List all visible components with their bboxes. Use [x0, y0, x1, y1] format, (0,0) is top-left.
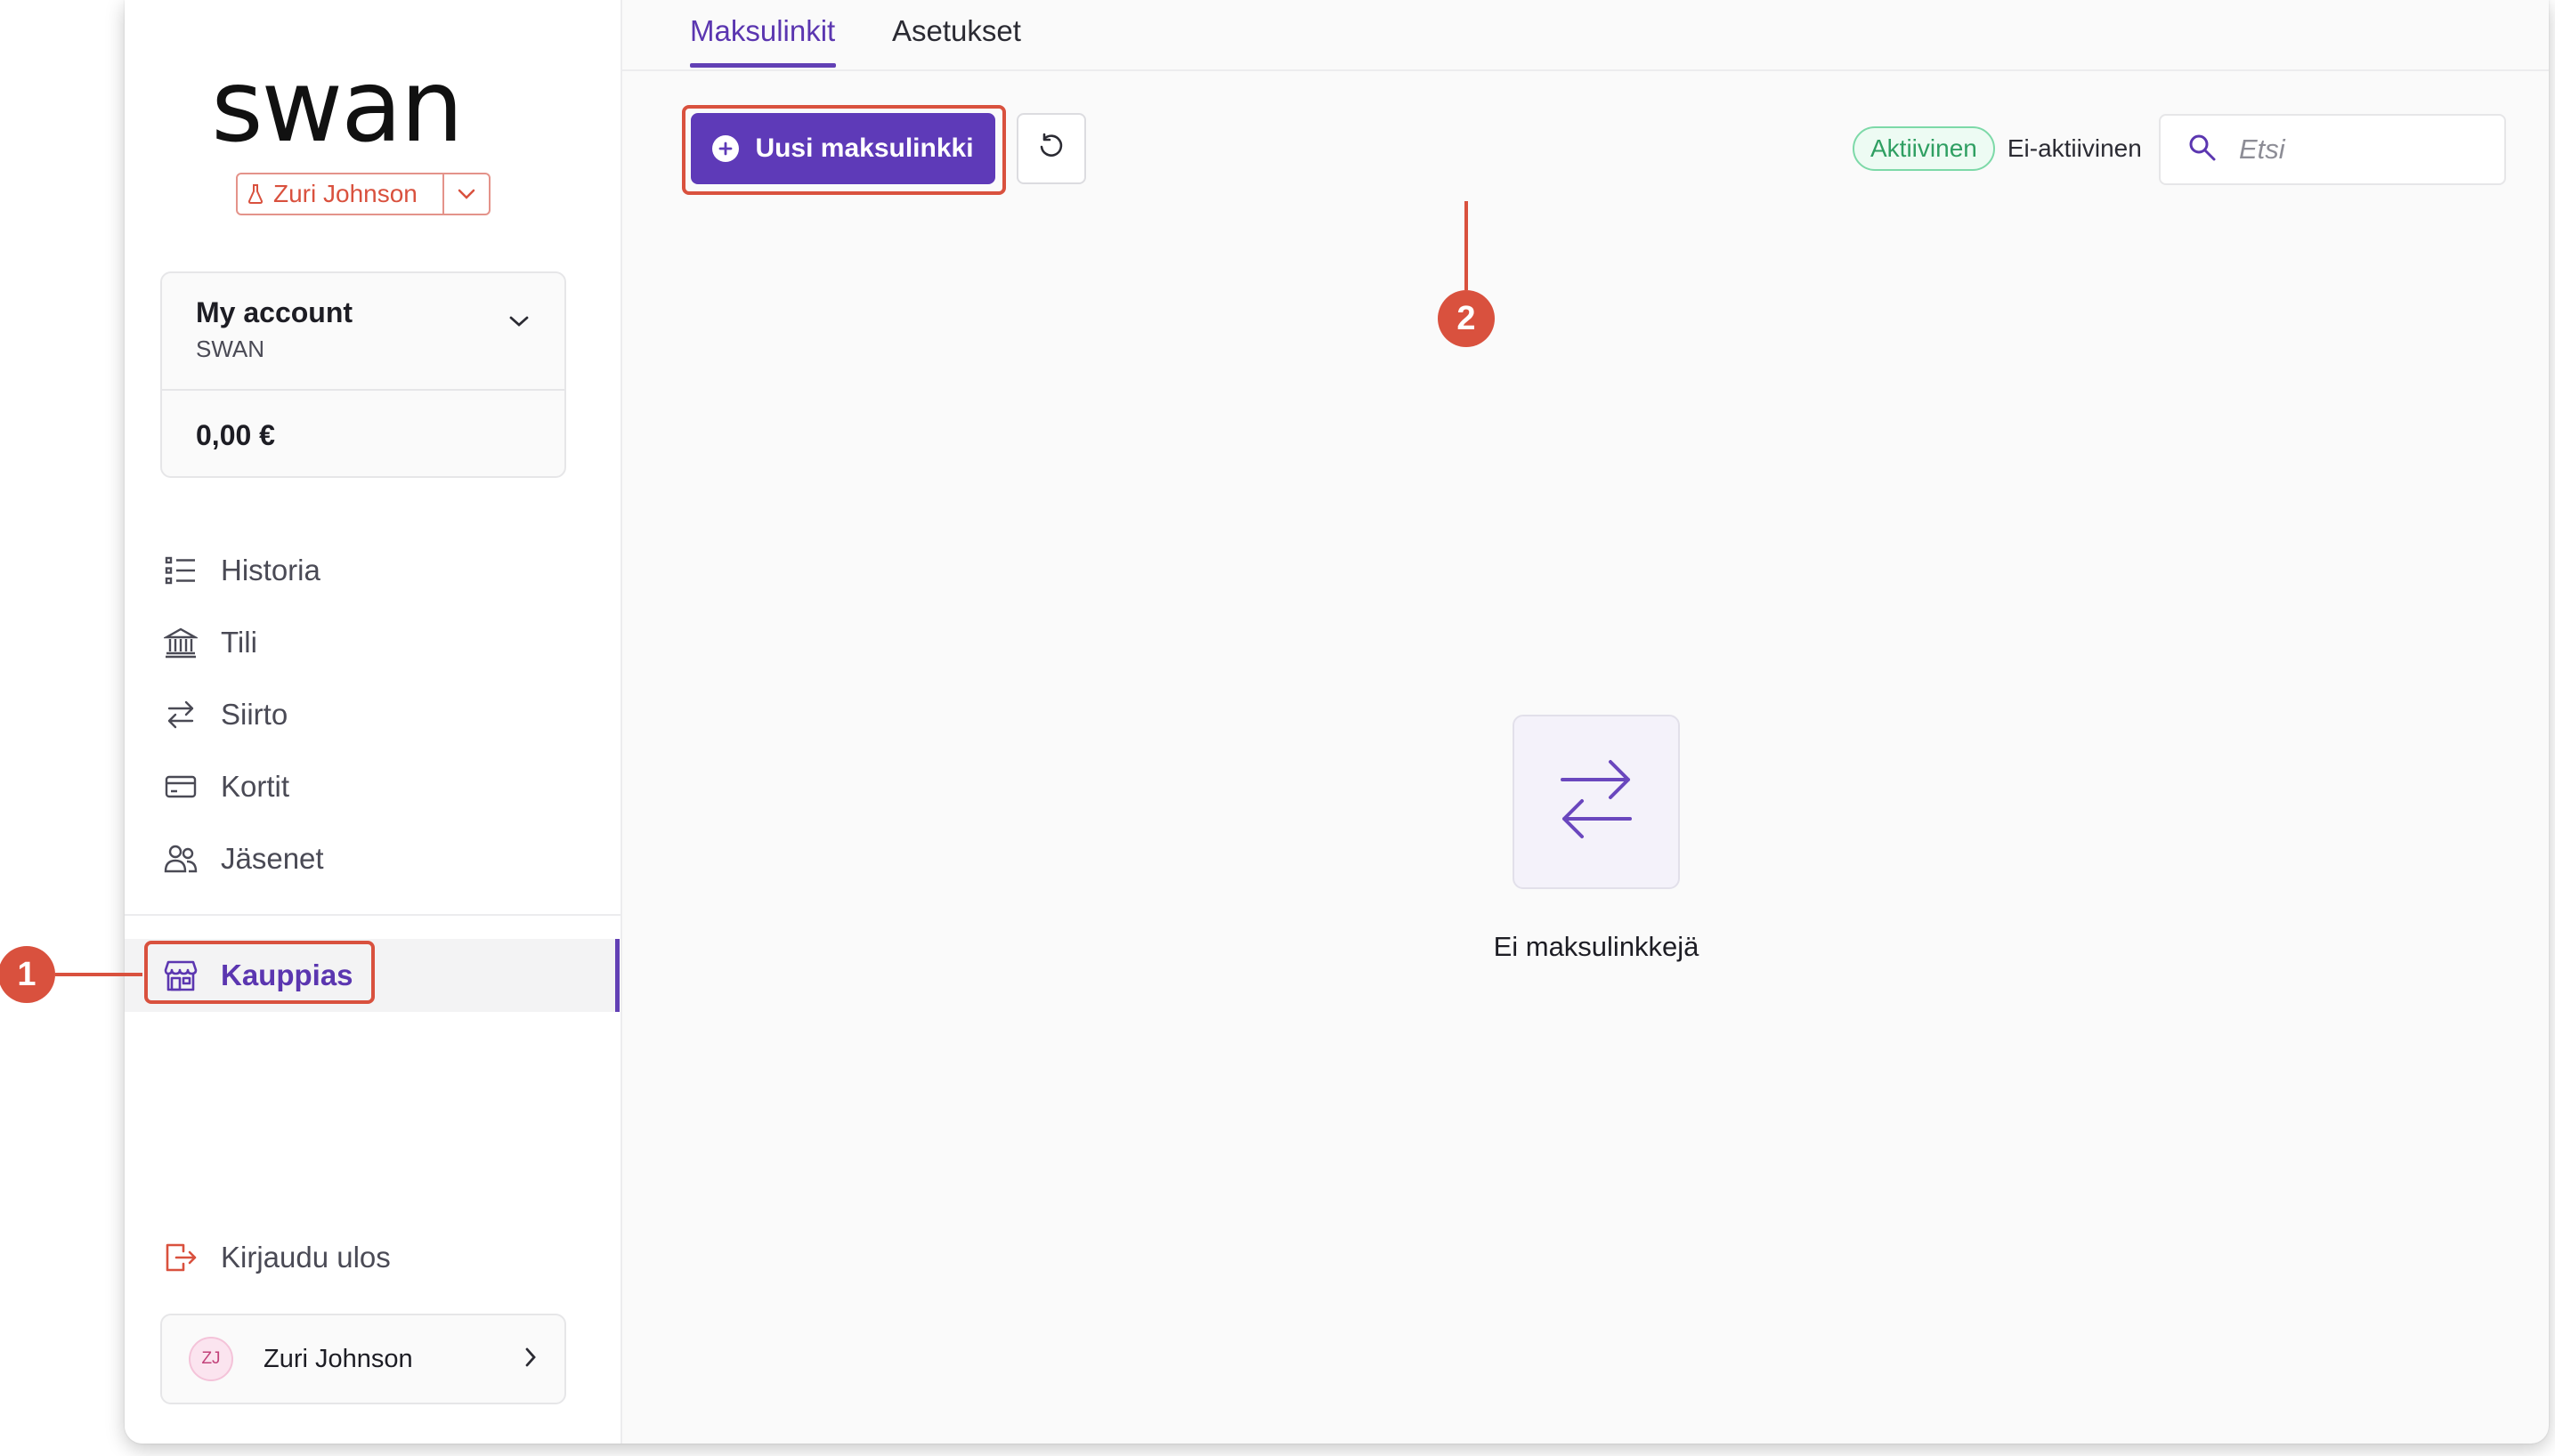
refresh-icon	[1036, 132, 1067, 166]
annotation-connector-1	[55, 973, 142, 976]
sidebar-item-jasenet[interactable]: Jäsenet	[160, 828, 324, 890]
empty-state-illustration	[1513, 715, 1680, 889]
sidebar-item-label: Kortit	[221, 770, 290, 803]
refresh-button[interactable]	[1017, 113, 1086, 184]
swan-logo: swan	[211, 62, 464, 160]
tab-active-indicator	[690, 63, 836, 68]
sidebar-item-kortit[interactable]: Kortit	[160, 756, 289, 818]
sidebar: swan Zuri Johnson My account SWAN 0,00 €	[125, 0, 622, 1444]
chevron-right-icon	[523, 1346, 538, 1373]
account-name: My account	[196, 296, 353, 328]
annotation-highlight-1	[144, 941, 375, 1004]
annotation-badge-1: 1	[0, 946, 55, 1003]
user-switcher[interactable]: Zuri Johnson	[236, 173, 491, 215]
logout-label: Kirjaudu ulos	[221, 1241, 391, 1274]
logout-icon	[160, 1237, 201, 1278]
tab-bar: Maksulinkit Asetukset	[622, 0, 2549, 71]
app-window: swan Zuri Johnson My account SWAN 0,00 €	[125, 0, 2549, 1444]
logout-link[interactable]: Kirjaudu ulos	[160, 1226, 391, 1289]
search-input[interactable]	[2237, 133, 2472, 166]
search-box[interactable]	[2159, 114, 2506, 185]
sidebar-item-label: Siirto	[221, 698, 288, 731]
bank-icon	[160, 622, 201, 663]
tab-maksulinkit[interactable]: Maksulinkit	[690, 14, 835, 48]
user-switcher-name: Zuri Johnson	[273, 180, 418, 207]
account-card[interactable]: My account SWAN 0,00 €	[160, 271, 566, 478]
search-icon	[2187, 133, 2218, 167]
sidebar-active-indicator	[615, 939, 620, 1012]
transfer-icon	[160, 694, 201, 735]
sidebar-item-historia[interactable]: Historia	[160, 539, 320, 602]
annotation-badge-2: 2	[1438, 290, 1495, 347]
tab-asetukset[interactable]: Asetukset	[892, 14, 1021, 48]
sidebar-item-label: Historia	[221, 554, 320, 586]
filter-active[interactable]: Aktiivinen	[1853, 126, 1995, 171]
avatar: ZJ	[189, 1337, 233, 1381]
filter-inactive[interactable]: Ei-aktiivinen	[1995, 134, 2142, 163]
flask-icon	[238, 183, 273, 205]
transfer-icon	[1553, 742, 1639, 862]
chevron-down-icon	[507, 314, 531, 333]
account-balance: 0,00 €	[196, 419, 275, 451]
sidebar-item-label: Tili	[221, 626, 257, 659]
members-icon	[160, 838, 201, 879]
user-profile-card[interactable]: ZJ Zuri Johnson	[160, 1314, 566, 1404]
main-content: Maksulinkit Asetukset Uusi maksulinkki A…	[622, 0, 2549, 1444]
empty-state-text: Ei maksulinkkejä	[1493, 931, 1699, 962]
sidebar-item-label: Jäsenet	[221, 842, 324, 875]
user-name: Zuri Johnson	[264, 1344, 413, 1373]
account-selector[interactable]: My account SWAN	[162, 273, 564, 391]
list-icon	[160, 550, 201, 591]
sidebar-item-tili[interactable]: Tili	[160, 611, 257, 674]
annotation-highlight-2	[682, 105, 1006, 195]
sidebar-divider	[125, 914, 620, 916]
chevron-down-icon[interactable]	[442, 174, 489, 214]
active-filter-toggle: Aktiivinen Ei-aktiivinen	[1853, 125, 2142, 173]
account-subtitle: SWAN	[196, 336, 265, 362]
sidebar-item-siirto[interactable]: Siirto	[160, 684, 288, 746]
annotation-connector-2	[1464, 201, 1468, 290]
brand-text: swan	[211, 62, 462, 160]
card-icon	[160, 766, 201, 807]
